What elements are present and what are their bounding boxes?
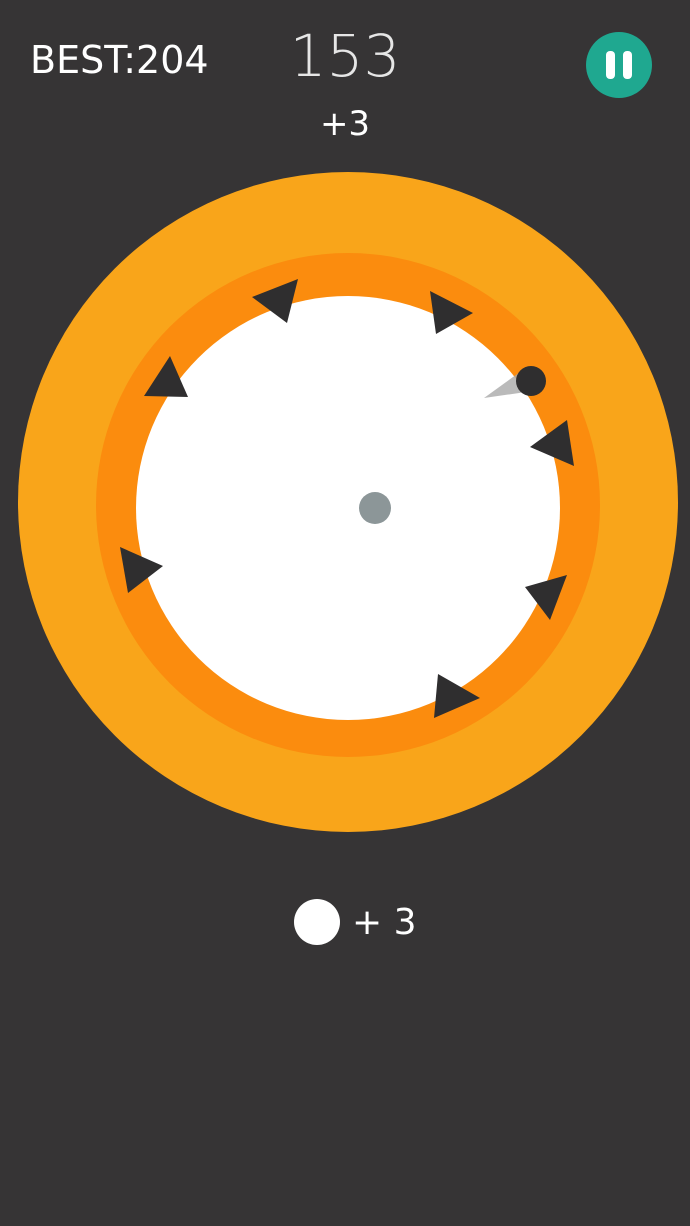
- pause-icon: [606, 51, 615, 79]
- white-ball-icon: [294, 899, 340, 945]
- center-dot: [359, 492, 391, 524]
- game-board[interactable]: [0, 0, 690, 1226]
- bonus-points: +3: [319, 104, 371, 144]
- target-disc: [136, 296, 560, 720]
- pause-icon: [623, 51, 632, 79]
- balls-remaining-label: + 3: [352, 901, 417, 943]
- game-screen[interactable]: BEST:204 153 +3 + 3: [0, 0, 690, 1226]
- balls-remaining: + 3: [294, 898, 417, 946]
- flying-ball: [516, 366, 546, 396]
- pause-button[interactable]: [586, 32, 652, 98]
